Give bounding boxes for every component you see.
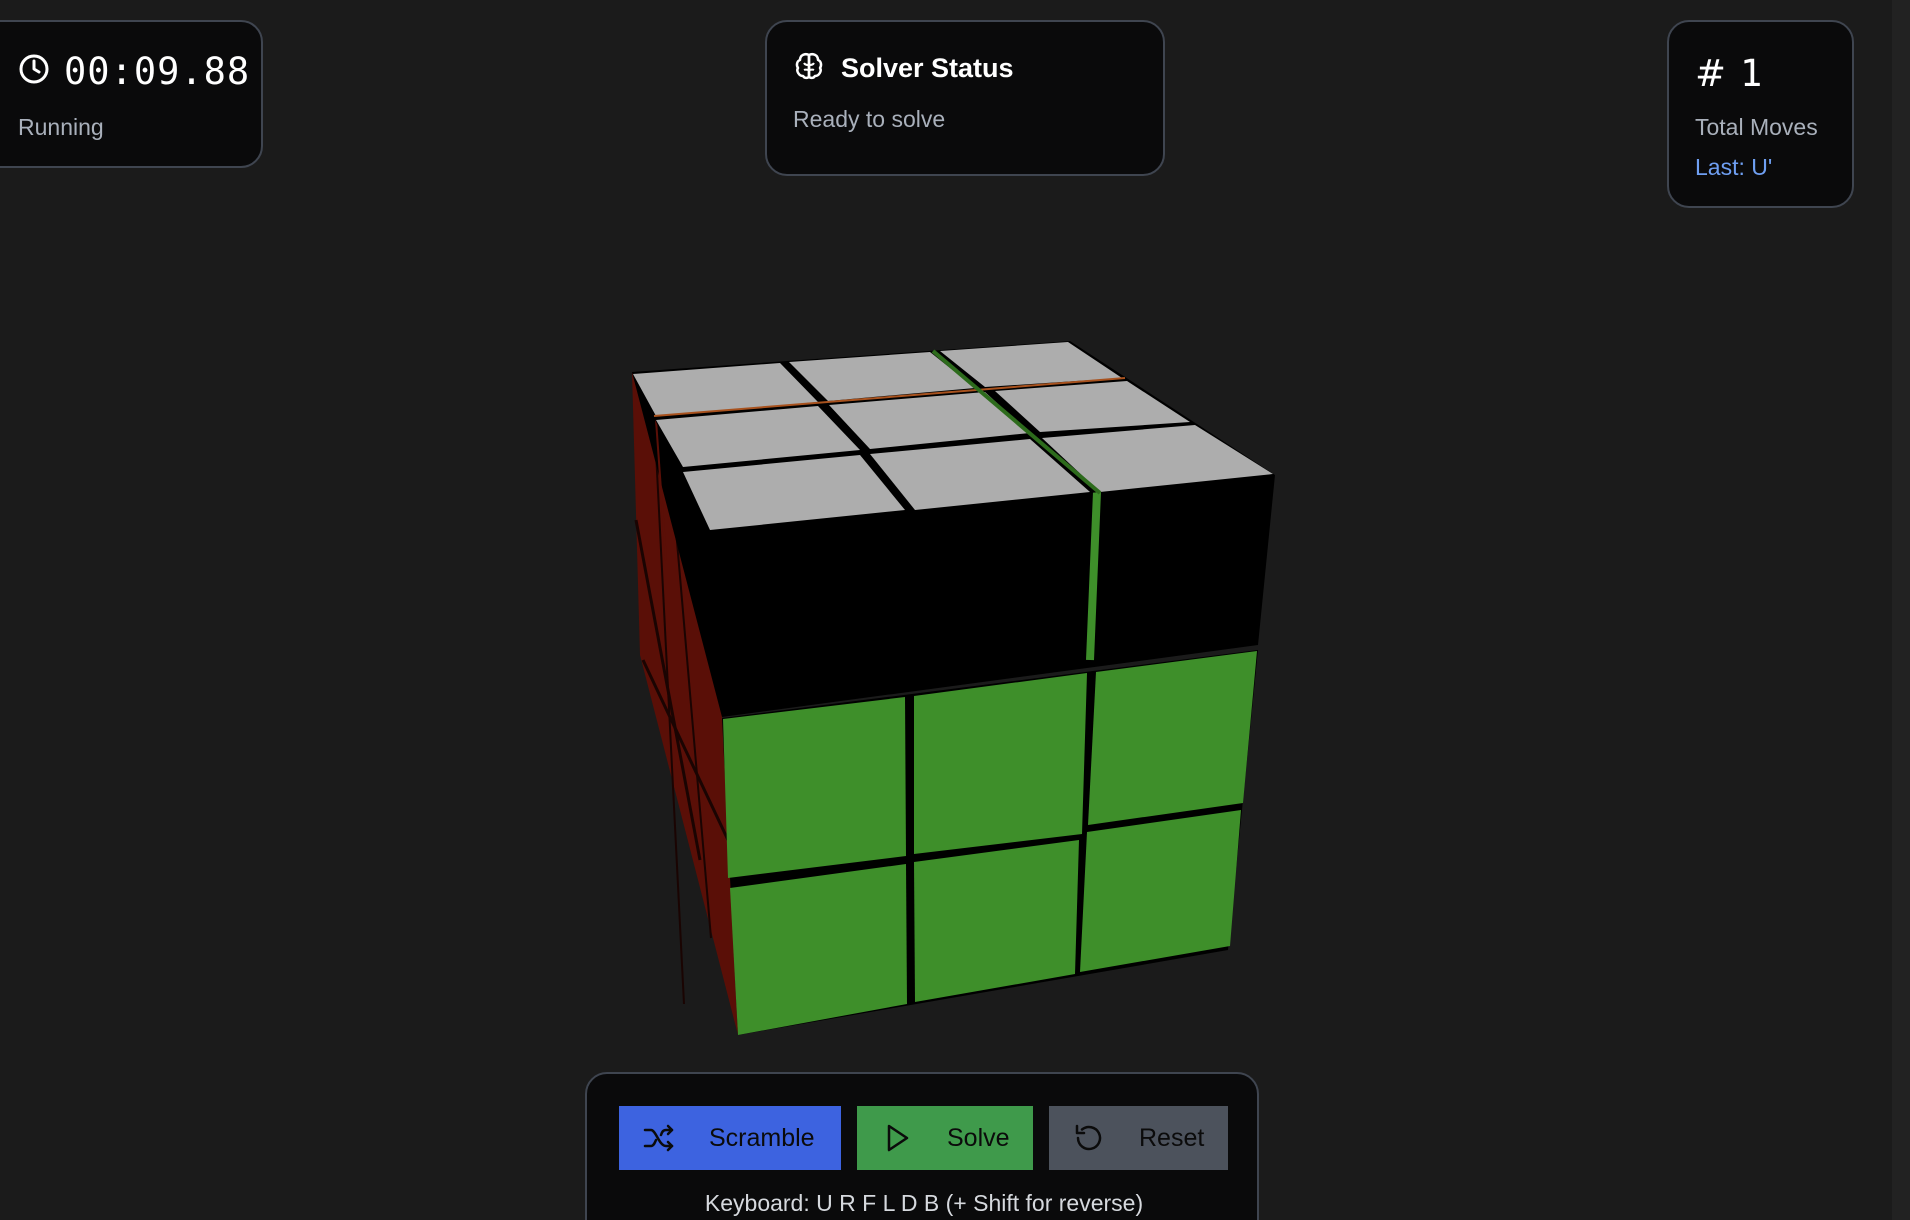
solver-status-text: Ready to solve: [793, 106, 946, 132]
timer-value: 00:09.88: [64, 50, 251, 93]
brain-icon: [793, 50, 825, 87]
moves-label: Total Moves: [1695, 114, 1818, 140]
keyboard-hint: Keyboard: U R F L D B (+ Shift for rever…: [704, 1190, 1144, 1216]
timer-state: Running: [18, 114, 104, 140]
moves-count: 1: [1740, 52, 1763, 95]
app-stage: 00:09.88 Running Solver Status Ready to …: [0, 0, 1910, 1220]
hash-icon: #: [1695, 52, 1727, 95]
solve-button[interactable]: Solve: [857, 1106, 1033, 1170]
rotate-ccw-icon: [1071, 1120, 1107, 1156]
reset-label: Reset: [1139, 1123, 1205, 1152]
moves-panel: # 1 Total Moves Last: U': [1667, 20, 1854, 208]
solver-title: Solver Status: [841, 53, 1014, 83]
solver-header: Solver Status: [793, 50, 1014, 87]
clock-icon: [18, 53, 50, 90]
reset-button[interactable]: Reset: [1049, 1106, 1228, 1170]
solve-label: Solve: [947, 1123, 1010, 1152]
cube-front-face: [722, 650, 1258, 1035]
cube-canvas[interactable]: [0, 0, 1910, 1220]
moves-row: # 1: [1695, 52, 1762, 95]
scramble-button[interactable]: Scramble: [619, 1106, 841, 1170]
solver-status-panel: Solver Status Ready to solve: [765, 20, 1165, 176]
control-panel: Scramble Solve Reset Keyboard: U R F L D…: [585, 1072, 1259, 1220]
play-icon: [879, 1120, 915, 1156]
timer-panel: 00:09.88 Running: [0, 20, 263, 168]
last-move: Last: U': [1695, 154, 1773, 180]
scramble-label: Scramble: [709, 1123, 815, 1152]
shuffle-icon: [641, 1120, 677, 1156]
timer-row: 00:09.88: [18, 50, 250, 93]
